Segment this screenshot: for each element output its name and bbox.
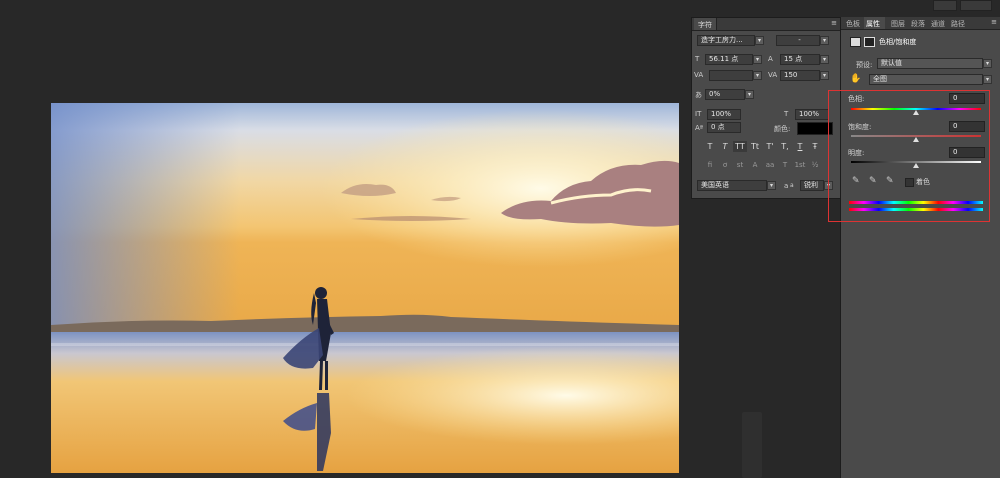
antialias-prefix: a [784, 182, 789, 190]
titling-alternates-button[interactable]: T [779, 160, 791, 171]
hand-target-icon[interactable]: ✋ [850, 74, 861, 84]
swash-button[interactable]: A [749, 160, 761, 171]
color-label: 颜色: [774, 125, 791, 133]
superscript-button[interactable]: T' [764, 141, 776, 152]
ordinals-button[interactable]: 1st [794, 160, 806, 171]
language-dropdown[interactable]: 美国英语 [697, 180, 767, 191]
vertical-scale-icon: IT [695, 110, 702, 118]
highlight-annotation [828, 90, 990, 222]
vertical-scale-field[interactable]: 100% [707, 109, 741, 120]
canvas-photo[interactable] [51, 103, 679, 473]
tsume-icon: あ [695, 91, 702, 99]
leading-icon: A [768, 55, 773, 63]
tab-paths[interactable]: 路径 [951, 19, 965, 29]
kerning-icon: VA [694, 71, 704, 79]
antialias-dropdown[interactable]: 锐利 [800, 180, 824, 191]
window-button-1[interactable] [933, 0, 957, 11]
baseline-shift-icon: Aª [695, 124, 704, 132]
character-panel: 字符 ≡ 造字工房力... ▾ - ▾ T 56.11 点 ▾ A 15 点 ▾… [691, 17, 841, 199]
leading-field[interactable]: 15 点 [780, 54, 820, 65]
tab-character-label: 字符 [698, 21, 712, 29]
font-size-field[interactable]: 56.11 点 [705, 54, 753, 65]
adjustment-title: 色相/饱和度 [879, 38, 917, 46]
tracking-arrow[interactable]: ▾ [820, 71, 829, 80]
adjustment-layer-icon [850, 37, 861, 47]
baseline-shift-field[interactable]: 0 点 [707, 122, 741, 133]
tab-properties[interactable]: 属性 [866, 19, 880, 29]
subscript-button[interactable]: T, [779, 141, 791, 152]
strikethrough-button[interactable]: Ŧ [809, 141, 821, 152]
sunset-image [51, 103, 679, 473]
font-size-arrow[interactable]: ▾ [753, 55, 762, 64]
tsume-field[interactable]: 0% [705, 89, 745, 100]
canvas-scroll-artifact [742, 412, 762, 478]
antialias-a-icon: a [790, 182, 794, 189]
fractions-button[interactable]: ½ [809, 160, 821, 171]
horizontal-scale-field[interactable]: 100% [795, 109, 829, 120]
faux-bold-button[interactable]: T [704, 141, 716, 152]
panel-menu-icon[interactable]: ≡ [991, 18, 997, 26]
font-style-arrow[interactable]: ▾ [820, 36, 829, 45]
discretionary-ligature-button[interactable]: st [734, 160, 746, 171]
tab-character[interactable]: 字符 [694, 18, 717, 30]
window-button-2[interactable] [960, 0, 992, 11]
format-button-row: T T TT Tt T' T, T Ŧ [704, 141, 834, 153]
stylistic-alternates-button[interactable]: aa [764, 160, 776, 171]
opentype-button-row: fi ơ st A aa T 1st ½ [704, 160, 834, 172]
font-style-dropdown[interactable]: - [776, 35, 820, 46]
leading-arrow[interactable]: ▾ [820, 55, 829, 64]
tab-channels[interactable]: 通道 [931, 19, 945, 29]
channel-dropdown[interactable]: 全图 [869, 74, 983, 85]
old-style-button[interactable]: ơ [719, 160, 731, 171]
properties-panel: 色板 属性 图层 段落 通道 路径 ≡ 色相/饱和度 预设: 默认值 ▾ ✋ 全… [840, 17, 1000, 478]
small-caps-button[interactable]: Tt [749, 141, 761, 152]
mask-icon[interactable] [864, 37, 875, 47]
channel-arrow[interactable]: ▾ [983, 75, 992, 84]
faux-italic-button[interactable]: T [719, 141, 731, 152]
preset-arrow[interactable]: ▾ [983, 59, 992, 68]
language-arrow[interactable]: ▾ [767, 181, 776, 190]
tab-paragraph[interactable]: 段落 [911, 19, 925, 29]
font-family-dropdown[interactable]: 造字工房力... [697, 35, 755, 46]
font-size-icon: T [695, 55, 700, 63]
font-family-arrow[interactable]: ▾ [755, 36, 764, 45]
all-caps-button[interactable]: TT [733, 141, 747, 152]
preset-label: 预设: [856, 61, 873, 69]
tab-layers[interactable]: 图层 [891, 19, 905, 29]
horizontal-scale-icon: T [784, 110, 789, 118]
tracking-field[interactable]: 150 [780, 70, 820, 81]
kerning-field[interactable] [709, 70, 753, 81]
tab-swatches[interactable]: 色板 [846, 19, 860, 29]
underline-button[interactable]: T [794, 141, 806, 152]
tracking-icon: VA [768, 71, 778, 79]
kerning-arrow[interactable]: ▾ [753, 71, 762, 80]
ligature-button[interactable]: fi [704, 160, 716, 171]
tsume-arrow[interactable]: ▾ [745, 90, 754, 99]
preset-dropdown[interactable]: 默认值 [877, 58, 983, 69]
panel-menu-icon[interactable]: ≡ [831, 19, 837, 27]
